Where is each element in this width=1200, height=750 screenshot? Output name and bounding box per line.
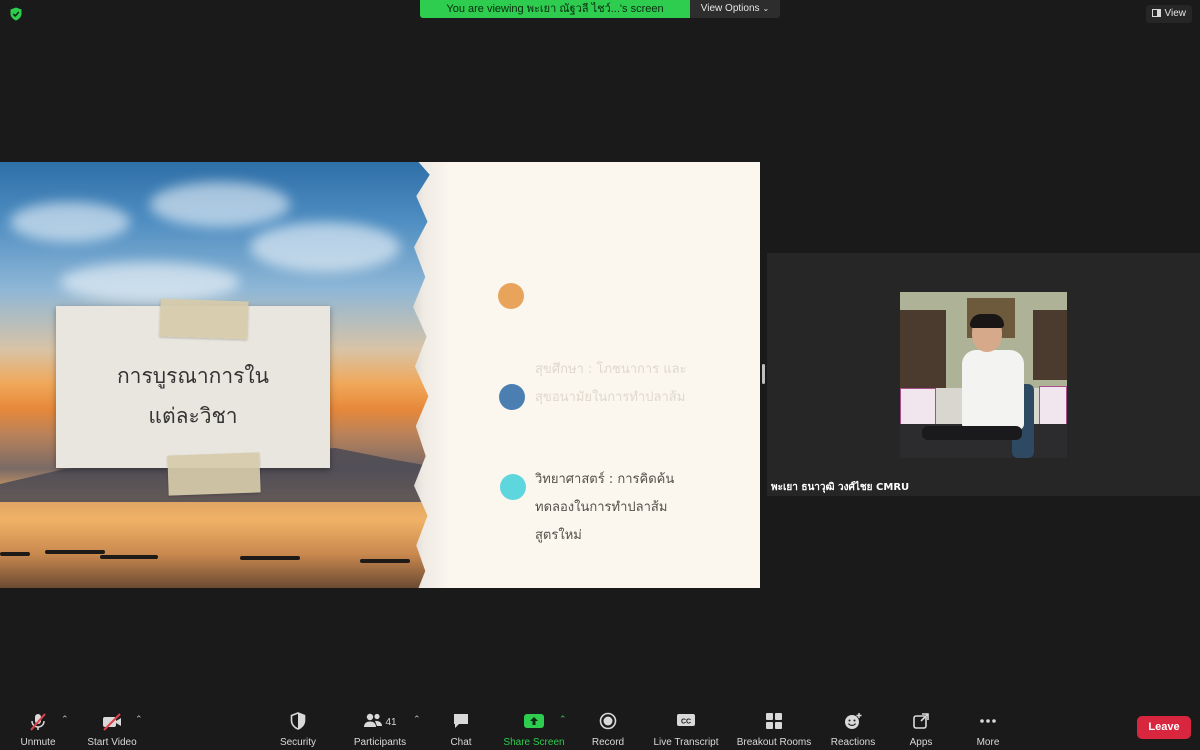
cloud-shape bbox=[10, 202, 130, 242]
live-transcript-button[interactable]: CC Live Transcript bbox=[648, 705, 724, 750]
chat-label: Chat bbox=[450, 737, 472, 748]
tape-strip bbox=[167, 452, 261, 496]
desk-sign bbox=[1039, 386, 1067, 426]
security-button[interactable]: Security bbox=[273, 705, 323, 750]
boat-silhouette bbox=[0, 552, 30, 556]
zoom-meeting-window: You are viewing พะเยา ณัฐวลี ไชว์...'s s… bbox=[0, 0, 1200, 750]
participant-video bbox=[900, 292, 1067, 458]
muted-microphone-icon bbox=[12, 712, 64, 732]
participants-label: Participants bbox=[353, 737, 407, 748]
cloud-shape bbox=[60, 262, 240, 302]
smiley-plus-icon bbox=[827, 712, 879, 732]
meeting-toolbar: Unmute ⌃ Start Video ⌃ Security 41 Parti… bbox=[0, 705, 1200, 750]
record-label: Record bbox=[591, 737, 625, 748]
audio-options-caret-icon[interactable]: ⌃ bbox=[61, 714, 69, 725]
breakout-rooms-label: Breakout Rooms bbox=[736, 737, 812, 748]
security-shield-icon bbox=[273, 712, 323, 732]
share-screen-button[interactable]: Share Screen bbox=[500, 705, 568, 750]
start-video-label: Start Video bbox=[87, 737, 137, 748]
layout-icon bbox=[1151, 9, 1161, 17]
video-options-caret-icon[interactable]: ⌃ bbox=[135, 714, 143, 725]
participant-name: พะเยา ธนาวุฒิ วงศ์ไชย CMRU bbox=[771, 482, 910, 493]
cyan-bullet-dot bbox=[500, 474, 526, 500]
unmute-button[interactable]: Unmute bbox=[12, 705, 64, 750]
participants-button[interactable]: 41 Participants bbox=[350, 705, 410, 750]
viewing-screen-banner: You are viewing พะเยา ณัฐวลี ไชว์...'s s… bbox=[420, 0, 690, 18]
cloud-shape bbox=[150, 182, 290, 227]
share-screen-arrow-icon bbox=[500, 712, 568, 732]
boat-silhouette bbox=[100, 555, 158, 559]
orange-bullet-dot bbox=[498, 283, 524, 309]
share-screen-label: Share Screen bbox=[503, 737, 565, 748]
reactions-label: Reactions bbox=[830, 737, 876, 748]
shared-screen-slide: การบูรณาการใน แต่ละวิชา สุขศึกษา : โภชนา… bbox=[0, 162, 760, 588]
blue-bullet-dot bbox=[499, 384, 525, 410]
person-hair bbox=[970, 314, 1004, 328]
encryption-shield-icon[interactable] bbox=[9, 7, 23, 21]
chevron-down-icon: ⌄ bbox=[762, 4, 770, 13]
unmute-label: Unmute bbox=[20, 737, 56, 748]
chat-button[interactable]: Chat bbox=[443, 705, 479, 750]
bullet-text-science: วิทยาศาสตร์ : การคิดค้น ทดลองในการทำปลาส… bbox=[535, 472, 675, 543]
slide-title: การบูรณาการใน แต่ละวิชา bbox=[116, 364, 270, 428]
participants-count: 41 bbox=[385, 717, 397, 728]
breakout-rooms-button[interactable]: Breakout Rooms bbox=[733, 705, 815, 750]
video-off-camera-icon bbox=[82, 712, 142, 732]
boat-silhouette bbox=[360, 559, 410, 563]
bullet-text-health: สุขศึกษา : โภชนาการ และ สุขอนามัยในการทำ… bbox=[535, 362, 687, 405]
closed-caption-icon: CC bbox=[648, 712, 724, 732]
tape-strip bbox=[159, 298, 249, 340]
record-button[interactable]: Record bbox=[588, 705, 628, 750]
apps-label: Apps bbox=[909, 737, 933, 748]
desk-sign bbox=[900, 388, 936, 426]
panel-resize-handle[interactable] bbox=[762, 364, 765, 384]
more-label: More bbox=[976, 737, 1000, 748]
view-options-label: View Options bbox=[700, 3, 760, 14]
person-legs bbox=[922, 426, 1022, 440]
start-video-button[interactable]: Start Video bbox=[82, 705, 142, 750]
record-icon bbox=[588, 712, 628, 732]
participants-icon: 41 bbox=[350, 712, 410, 732]
boat-silhouette bbox=[240, 556, 300, 560]
bookshelf bbox=[900, 310, 946, 390]
participants-options-caret-icon[interactable]: ⌃ bbox=[413, 714, 421, 725]
cloud-shape bbox=[250, 222, 400, 272]
chat-bubble-icon bbox=[443, 712, 479, 732]
leave-meeting-button[interactable]: Leave bbox=[1137, 716, 1191, 739]
boat-silhouette bbox=[45, 550, 105, 554]
share-options-caret-icon[interactable]: ⌃ bbox=[559, 714, 567, 725]
apps-button[interactable]: Apps bbox=[903, 705, 939, 750]
person-body bbox=[962, 350, 1024, 430]
breakout-rooms-grid-icon bbox=[733, 712, 815, 732]
apps-icon bbox=[903, 712, 939, 732]
reactions-button[interactable]: Reactions bbox=[827, 705, 879, 750]
bookshelf bbox=[1033, 310, 1067, 380]
live-transcript-label: Live Transcript bbox=[653, 737, 719, 748]
view-options-dropdown[interactable]: View Options ⌄ bbox=[690, 0, 780, 18]
view-button-label: View bbox=[1164, 8, 1187, 19]
ellipsis-icon bbox=[969, 712, 1007, 732]
more-button[interactable]: More bbox=[969, 705, 1007, 750]
svg-text:CC: CC bbox=[681, 719, 691, 726]
security-label: Security bbox=[279, 737, 317, 748]
view-layout-button[interactable]: View bbox=[1145, 5, 1192, 23]
